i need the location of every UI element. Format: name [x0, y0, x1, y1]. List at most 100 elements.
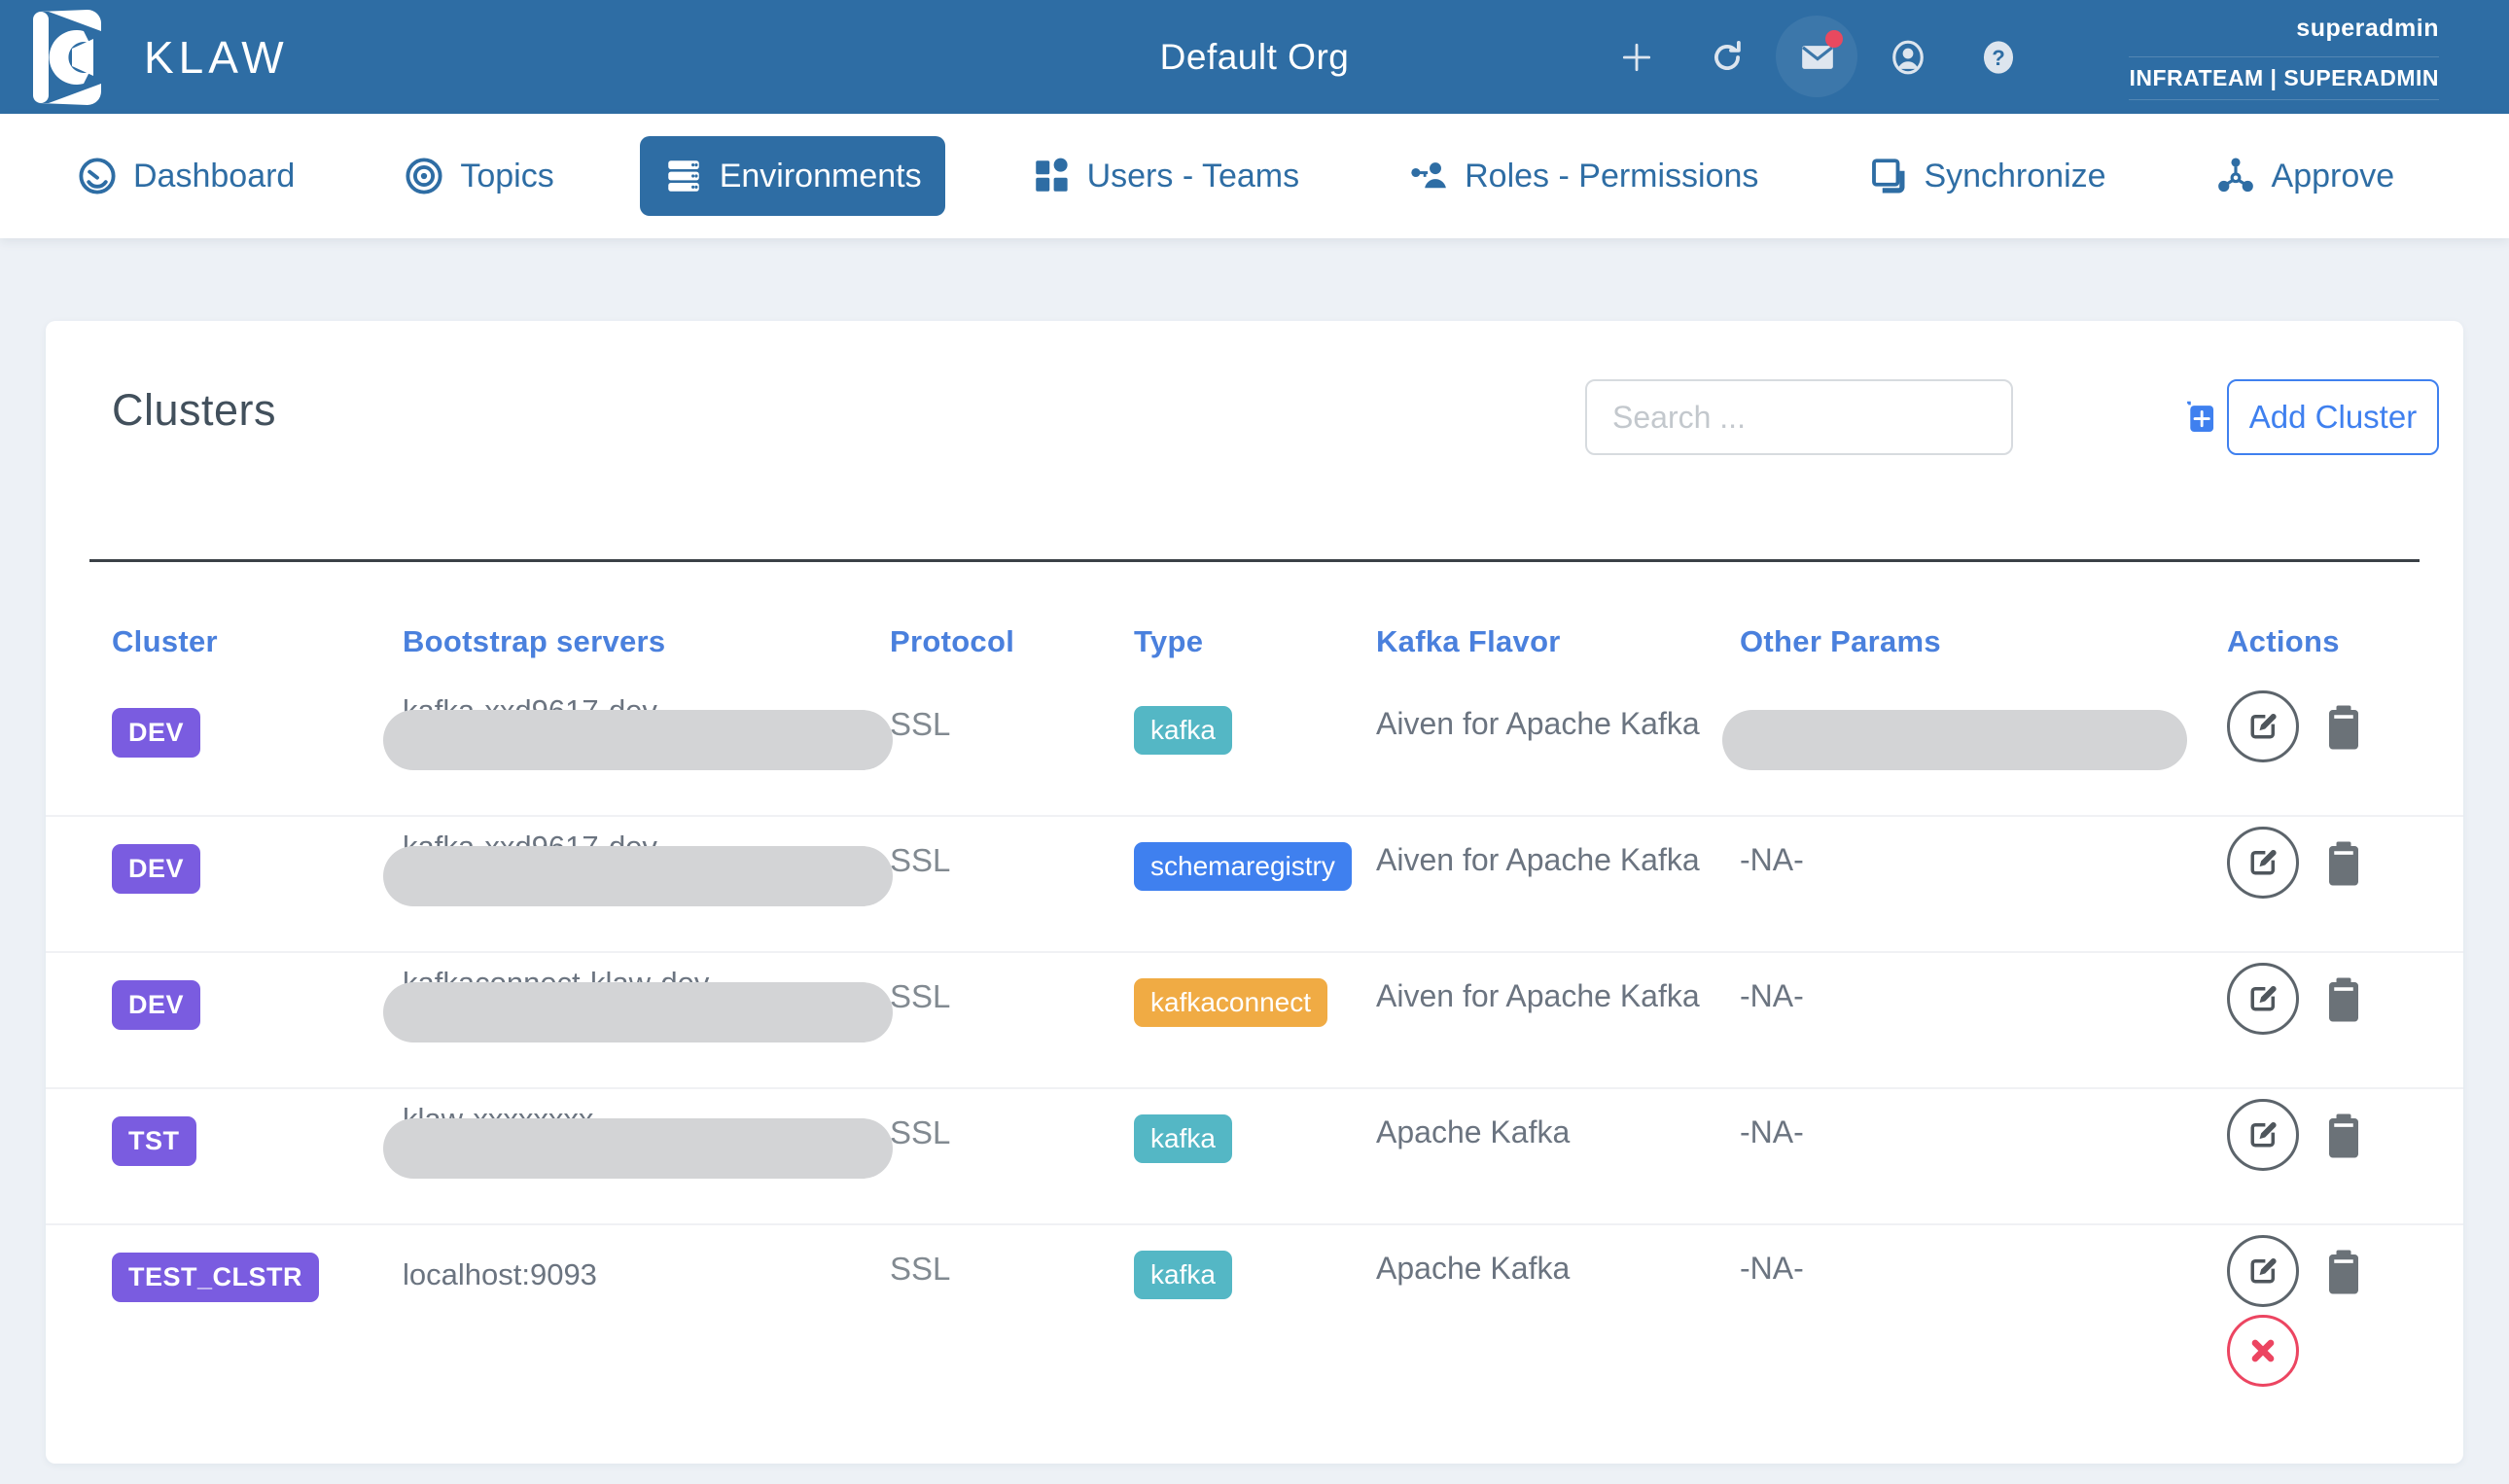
- table-row: DEV kafka-xxd9617-dev sandbox.aivencloud…: [46, 817, 2463, 953]
- svg-text:?: ?: [1992, 45, 2005, 69]
- klaw-logo-icon: [25, 10, 119, 105]
- bootstrap-servers-cell: kafkaconnect-klaw-dev sandbox.aivencloud…: [403, 961, 890, 1048]
- notifications-mail-icon[interactable]: [1798, 38, 1837, 77]
- edit-icon: [2244, 708, 2281, 745]
- copy-clipboard-button[interactable]: [2326, 840, 2361, 890]
- card-header: Clusters Add Cluster: [46, 321, 2463, 559]
- delete-x-icon: [2247, 1335, 2279, 1366]
- col-bootstrap-servers[interactable]: Bootstrap servers: [403, 624, 890, 659]
- col-kafka-flavor[interactable]: Kafka Flavor: [1376, 624, 1740, 659]
- copy-clipboard-button[interactable]: [2326, 1249, 2361, 1298]
- other-params-cell: -NA-: [1740, 953, 2227, 1087]
- actions-cell: [2227, 1225, 2439, 1420]
- environments-icon: [663, 156, 704, 196]
- col-protocol[interactable]: Protocol: [890, 624, 1134, 659]
- nav-item-environments[interactable]: Environments: [640, 136, 945, 216]
- nav-label: Environments: [720, 158, 922, 195]
- refresh-icon[interactable]: [1708, 38, 1747, 77]
- users-teams-icon: [1031, 156, 1072, 196]
- edit-icon: [2244, 1253, 2281, 1290]
- env-badge: TST: [112, 1116, 196, 1166]
- user-block[interactable]: superadmin INFRATEAM | SUPERADMIN: [2129, 0, 2439, 114]
- bootstrap-servers-cell: klaw-xxxxxxxx sandbox.internal:9093: [403, 1097, 890, 1184]
- protocol-cell: SSL: [890, 817, 1134, 951]
- team-role: INFRATEAM | SUPERADMIN: [2129, 56, 2439, 100]
- env-badge: DEV: [112, 980, 200, 1030]
- add-cluster-button[interactable]: Add Cluster: [2227, 379, 2439, 455]
- edit-cluster-button[interactable]: [2227, 690, 2299, 762]
- notification-halo: [1776, 16, 1857, 97]
- col-type[interactable]: Type: [1134, 624, 1376, 659]
- bootstrap-servers-cell: localhost:9093: [403, 1249, 890, 1296]
- clipboard-icon: [2326, 840, 2361, 887]
- type-badge: kafka: [1134, 1251, 1232, 1299]
- delete-cluster-button[interactable]: [2227, 1315, 2299, 1387]
- bootstrap-servers-cell: kafka-xxd9617-dev sandbox.aivencloud.com…: [403, 689, 890, 776]
- edit-icon: [2244, 844, 2281, 881]
- nav-item-approve[interactable]: Approve: [2192, 136, 2419, 216]
- type-badge: schemaregistry: [1134, 842, 1352, 891]
- table-header: Cluster Bootstrap servers Protocol Type …: [46, 562, 2463, 681]
- add-cluster-icon[interactable]: [2180, 398, 2217, 437]
- redaction-overlay: [383, 982, 893, 1042]
- col-other-params[interactable]: Other Params: [1740, 624, 2227, 659]
- card-controls: Add Cluster: [1585, 379, 2439, 455]
- user-profile-icon[interactable]: [1889, 38, 1927, 77]
- bootstrap-servers-cell: kafka-xxd9617-dev sandbox.aivencloud.com…: [403, 825, 890, 912]
- clipboard-icon: [2326, 1249, 2361, 1295]
- synchronize-icon: [1867, 156, 1908, 196]
- copy-clipboard-button[interactable]: [2326, 1113, 2361, 1162]
- nav-item-roles-permissions[interactable]: Roles - Permissions: [1385, 136, 1782, 216]
- nav-label: Topics: [460, 158, 553, 195]
- kafka-flavor-cell: Apache Kafka: [1376, 1225, 1740, 1420]
- klaw-app: KLAW Default Org ? superadmin: [0, 0, 2509, 1484]
- type-badge: kafkaconnect: [1134, 978, 1327, 1027]
- protocol-cell: SSL: [890, 953, 1134, 1087]
- other-params-cell: serviceName=kafka-4fda2018: [1740, 689, 2227, 776]
- nav-item-users-teams[interactable]: Users - Teams: [1007, 136, 1324, 216]
- table-row: DEV kafka-xxd9617-dev sandbox.aivencloud…: [46, 681, 2463, 817]
- other-params-cell: -NA-: [1740, 817, 2227, 951]
- protocol-cell: SSL: [890, 1225, 1134, 1420]
- help-icon[interactable]: ?: [1979, 38, 2018, 77]
- action-stack: [2227, 1235, 2299, 1387]
- search-input[interactable]: [1585, 379, 2013, 455]
- actions-cell: [2227, 817, 2439, 951]
- other-params-cell: -NA-: [1740, 1089, 2227, 1223]
- nav-item-dashboard[interactable]: Dashboard: [53, 136, 318, 216]
- nav-item-topics[interactable]: Topics: [380, 136, 577, 216]
- nav-label: Users - Teams: [1087, 158, 1300, 195]
- other-params-cell: -NA-: [1740, 1225, 2227, 1420]
- protocol-cell: SSL: [890, 681, 1134, 815]
- table-row: TEST_CLSTR localhost:9093 SSL kafka Apac…: [46, 1225, 2463, 1420]
- org-title: Default Org: [1160, 37, 1350, 78]
- copy-clipboard-button[interactable]: [2326, 704, 2361, 754]
- env-badge: DEV: [112, 844, 200, 894]
- notification-badge: [1825, 30, 1843, 48]
- add-request-icon[interactable]: [1617, 38, 1656, 77]
- topbar-icons: ?: [1617, 0, 2018, 114]
- redaction-overlay: [383, 846, 893, 906]
- type-badge: kafka: [1134, 706, 1232, 755]
- edit-icon: [2244, 1116, 2281, 1153]
- actions-cell: [2227, 681, 2439, 815]
- top-bar: KLAW Default Org ? superadmin: [0, 0, 2509, 114]
- kafka-flavor-cell: Aiven for Apache Kafka: [1376, 681, 1740, 815]
- kafka-flavor-cell: Aiven for Apache Kafka: [1376, 817, 1740, 951]
- copy-clipboard-button[interactable]: [2326, 976, 2361, 1026]
- col-cluster[interactable]: Cluster: [112, 624, 403, 659]
- edit-cluster-button[interactable]: [2227, 1099, 2299, 1171]
- table-row: DEV kafkaconnect-klaw-dev sandbox.aivenc…: [46, 953, 2463, 1089]
- edit-cluster-button[interactable]: [2227, 963, 2299, 1035]
- env-badge: DEV: [112, 708, 200, 758]
- edit-cluster-button[interactable]: [2227, 1235, 2299, 1307]
- actions-cell: [2227, 1089, 2439, 1223]
- dashboard-icon: [77, 156, 118, 196]
- brand[interactable]: KLAW: [0, 10, 289, 105]
- clipboard-icon: [2326, 1113, 2361, 1159]
- edit-cluster-button[interactable]: [2227, 827, 2299, 899]
- nav-item-synchronize[interactable]: Synchronize: [1844, 136, 2129, 216]
- nav-label: Dashboard: [133, 158, 295, 195]
- redaction-overlay: [1722, 710, 2187, 770]
- protocol-cell: SSL: [890, 1089, 1134, 1223]
